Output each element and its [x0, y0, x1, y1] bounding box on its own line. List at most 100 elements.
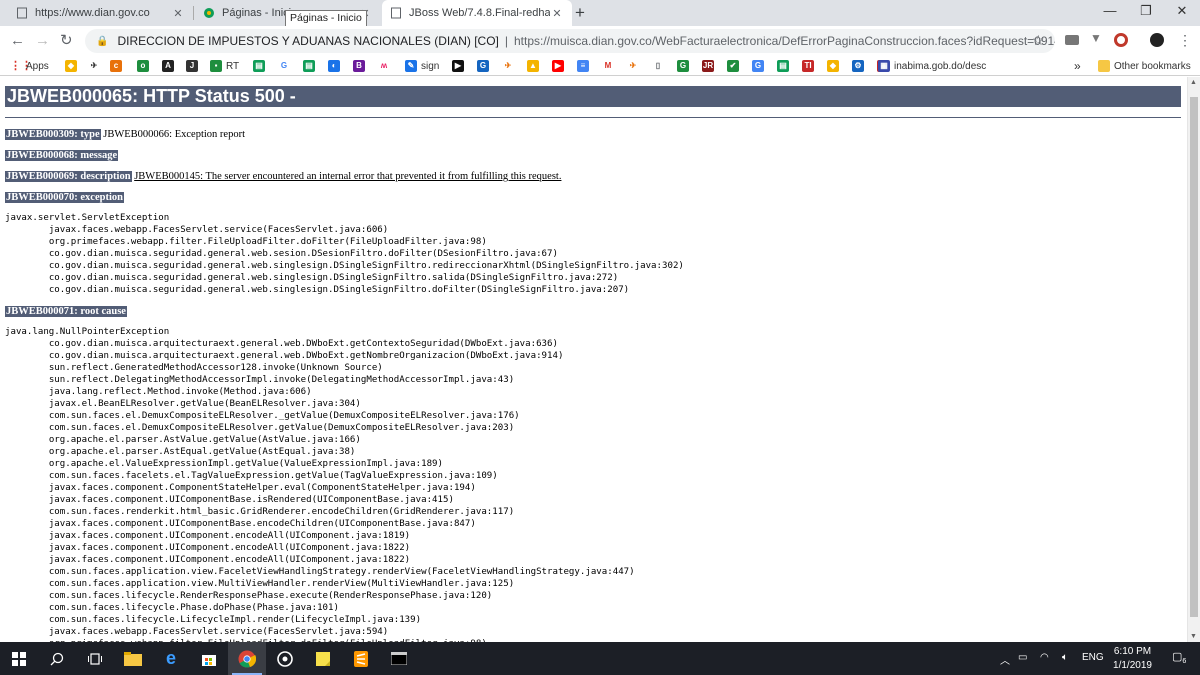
- bookmark-23[interactable]: ▤: [777, 59, 793, 73]
- bookmark-apps[interactable]: ⋮⋮ Apps: [10, 59, 49, 73]
- bookmark-icon: ▶: [452, 60, 464, 72]
- scroll-up-icon[interactable]: ▲: [1190, 79, 1197, 86]
- app-button[interactable]: [266, 642, 304, 675]
- page-title: JBWEB000065: HTTP Status 500 -: [5, 86, 1181, 107]
- notification-count: 6: [1182, 658, 1187, 666]
- bookmark-22[interactable]: ✔: [727, 59, 743, 73]
- bookmark-2[interactable]: ✈: [88, 59, 104, 73]
- bookmark-9[interactable]: ▤: [303, 59, 319, 73]
- bookmark-icon: ▦: [878, 60, 890, 72]
- description-row: JBWEB000069: description JBWEB000145: Th…: [5, 171, 561, 182]
- sublime-button[interactable]: [342, 642, 380, 675]
- sticky-notes-button[interactable]: [304, 642, 342, 675]
- message-row: JBWEB000068: message: [5, 150, 119, 161]
- bookmark-13[interactable]: ▶: [452, 59, 468, 73]
- notification-center[interactable]: ▢6: [1172, 650, 1186, 665]
- volume-icon[interactable]: 🔈︎: [1062, 652, 1068, 663]
- chrome-button[interactable]: [228, 642, 266, 675]
- battery-icon[interactable]: ▭: [1018, 652, 1027, 663]
- show-hidden-icons[interactable]: ︿: [1000, 652, 1010, 667]
- task-view-button[interactable]: [76, 642, 114, 675]
- bookmark-rt[interactable]: ▪ RT: [210, 59, 239, 73]
- extension-record-icon[interactable]: [1114, 33, 1128, 47]
- bookmark-12[interactable]: ʍ: [378, 59, 394, 73]
- bookmark-icon: o: [137, 60, 149, 72]
- tab-title: JBoss Web/7.4.8.Final-redhat-4 -: [409, 7, 550, 19]
- bookmark-11[interactable]: B: [353, 59, 369, 73]
- extension-icon[interactable]: [1065, 35, 1079, 45]
- gmail-icon[interactable]: M: [602, 59, 618, 73]
- menu-icon[interactable]: ⋮: [1178, 32, 1192, 49]
- bookmark-icon: ▪: [210, 60, 222, 72]
- bookmark-7[interactable]: ▤: [253, 59, 269, 73]
- gmail-icon: M: [604, 61, 612, 70]
- bookmark-14[interactable]: G: [477, 59, 493, 73]
- bookmark-5[interactable]: A: [162, 59, 178, 73]
- chevron-double-icon: »: [1074, 59, 1081, 73]
- bookmark-17[interactable]: ≡: [577, 59, 593, 73]
- tab-jboss[interactable]: JBoss Web/7.4.8.Final-redhat-4 - ✕: [382, 0, 572, 26]
- close-icon[interactable]: ✕: [171, 7, 185, 20]
- avatar[interactable]: [1150, 33, 1164, 47]
- network-icon[interactable]: ◠: [1040, 652, 1049, 663]
- tab-strip: https://www.dian.gov.co ✕ Páginas - Inic…: [0, 0, 1200, 27]
- scrollbar-thumb[interactable]: [1190, 97, 1198, 617]
- extension-vpn-icon[interactable]: ▼: [1090, 31, 1104, 45]
- clock-date: 1/1/2019: [1113, 660, 1152, 671]
- bookmark-label: Other bookmarks: [1114, 60, 1191, 72]
- type-value: JBWEB000066: Exception report: [100, 129, 245, 140]
- terminal-button[interactable]: [380, 642, 418, 675]
- language-indicator[interactable]: ENG: [1082, 652, 1104, 663]
- close-icon[interactable]: ✕: [550, 7, 564, 20]
- bookmark-6[interactable]: J: [186, 59, 202, 73]
- bookmark-26[interactable]: ⚙: [852, 59, 868, 73]
- bookmark-19[interactable]: ▯: [652, 59, 668, 73]
- bookmark-3[interactable]: c: [110, 59, 126, 73]
- bookmark-8[interactable]: G: [278, 59, 294, 73]
- minimize-icon[interactable]: —: [1100, 3, 1120, 18]
- bookmark-18[interactable]: ✈: [627, 59, 643, 73]
- reload-icon[interactable]: ↻: [60, 32, 73, 49]
- page-icon: ▯: [655, 61, 661, 70]
- tab-dian[interactable]: https://www.dian.gov.co ✕: [8, 0, 193, 26]
- bookmarks-overflow[interactable]: »: [1074, 59, 1081, 73]
- new-tab-button[interactable]: +: [575, 3, 585, 23]
- bookmark-inabima[interactable]: ▦ inabima.gob.do/desc: [878, 59, 986, 73]
- address-bar[interactable]: 🔒 DIRECCION DE IMPUESTOS Y ADUANAS NACIO…: [85, 29, 1055, 53]
- other-bookmarks[interactable]: Other bookmarks: [1098, 59, 1191, 73]
- bookmark-sign[interactable]: ✎ sign: [405, 59, 439, 73]
- system-clock[interactable]: 6:10 PM 1/1/2019: [1105, 645, 1160, 673]
- start-button[interactable]: [0, 642, 38, 675]
- bookmark-1[interactable]: ◆: [65, 59, 81, 73]
- search-button[interactable]: [38, 642, 76, 675]
- root-cause-trace: java.lang.NullPointerException co.gov.di…: [5, 327, 635, 642]
- clock-time: 6:10 PM: [1113, 646, 1152, 657]
- windows-logo-icon: [12, 651, 26, 666]
- back-icon[interactable]: ←: [10, 32, 25, 49]
- scroll-down-icon[interactable]: ▼: [1190, 633, 1197, 640]
- sublime-icon: [354, 650, 368, 667]
- bookmark-icon: ✎: [405, 60, 417, 72]
- store-button[interactable]: [190, 642, 228, 675]
- bookmark-21[interactable]: JR: [702, 59, 718, 73]
- bookmark-4[interactable]: o: [137, 59, 153, 73]
- gear-icon: ⚙: [852, 60, 864, 72]
- bookmark-20[interactable]: G: [677, 59, 693, 73]
- sheets-icon: ▤: [253, 60, 265, 72]
- edge-button[interactable]: e: [152, 642, 190, 675]
- bookmark-25[interactable]: ◆: [827, 59, 843, 73]
- window-close-icon[interactable]: ✕: [1172, 3, 1192, 19]
- bookmark-label: sign: [421, 60, 440, 72]
- file-explorer-button[interactable]: [114, 642, 152, 675]
- bookmark-16[interactable]: ▲: [527, 59, 543, 73]
- bookmark-10[interactable]: ◐: [328, 59, 344, 73]
- youtube-icon[interactable]: ▶: [552, 59, 568, 73]
- forward-icon[interactable]: →: [35, 32, 50, 49]
- lock-icon: 🔒: [96, 35, 109, 47]
- star-icon[interactable]: ☆: [1032, 32, 1045, 49]
- bookmark-15[interactable]: ✈: [502, 59, 518, 73]
- bookmark-24[interactable]: TI: [802, 59, 818, 73]
- vertical-scrollbar[interactable]: ▲ ▼: [1187, 77, 1200, 642]
- maximize-icon[interactable]: ❐: [1136, 3, 1156, 19]
- translate-icon[interactable]: G: [752, 59, 768, 73]
